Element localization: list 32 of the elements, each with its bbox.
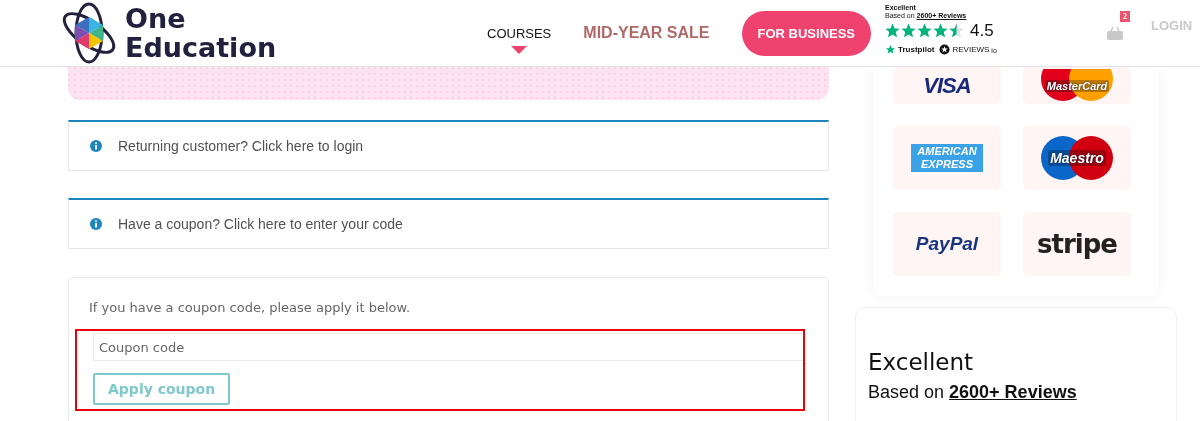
reviews-brand-text: REVIEWS: [952, 44, 990, 54]
star-icon: [933, 23, 948, 38]
selected-indicator: [511, 45, 528, 54]
info-icon: [90, 218, 102, 230]
card-logo: MasterCard: [1041, 68, 1113, 103]
based-on-text: Based on: [868, 382, 945, 403]
business-button[interactable]: FOR BUSINESS: [741, 10, 872, 56]
star-icon: [917, 23, 932, 38]
cart-count-badge: 2: [1120, 11, 1130, 22]
nav-link[interactable]: COURSES: [487, 25, 552, 41]
notice-text: Returning customer? Click here to login: [118, 138, 364, 154]
star-badge-icon: [939, 43, 951, 55]
notice-text: Have a coupon? Click here to enter your code: [118, 216, 403, 232]
info-icon: [90, 140, 102, 152]
star-icon: [901, 23, 916, 38]
basket-icon[interactable]: [1107, 26, 1123, 40]
reviews-link[interactable]: 2600+ Reviews: [949, 382, 1077, 403]
coupon-hint: If you have a coupon code, please apply it below.: [89, 300, 412, 315]
star-icon: [949, 23, 964, 38]
logo-text: One: [125, 4, 187, 33]
paypal-logo: PayPal: [915, 233, 979, 255]
logo-text: Education: [125, 33, 277, 62]
nav-link[interactable]: MID-YEAR SALE: [583, 24, 710, 42]
coupon-input[interactable]: Coupon code: [93, 333, 803, 361]
rating-heading: Excellent: [868, 349, 975, 375]
trustpilot-text: Trustpilot: [898, 44, 935, 54]
star-icon: [885, 23, 900, 38]
star-icon: [885, 43, 896, 55]
amex-logo: AMERICAN EXPRESS: [911, 144, 983, 172]
rating-score: 4.5: [970, 20, 994, 41]
stripe-logo: stripe: [1037, 229, 1117, 259]
visa-logo: VISA: [923, 72, 971, 99]
